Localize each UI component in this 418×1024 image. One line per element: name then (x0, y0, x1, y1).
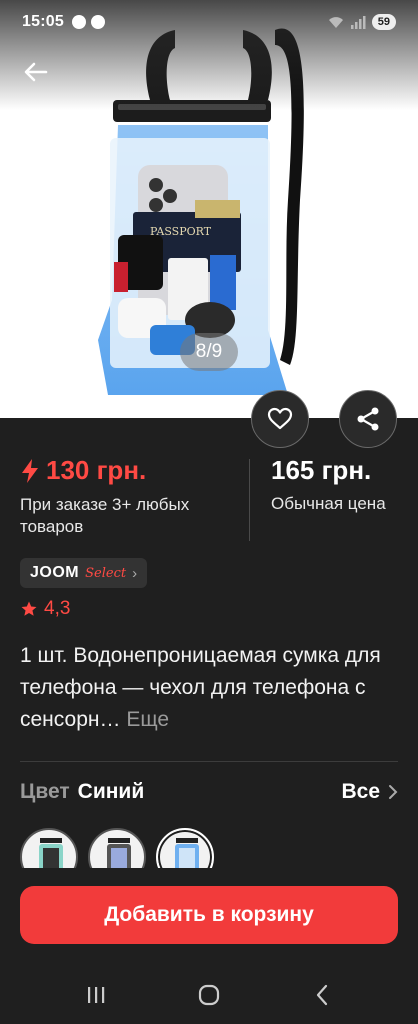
star-icon (21, 601, 37, 616)
telegram-icon (90, 15, 105, 29)
home-icon (198, 984, 220, 1006)
status-bar: 15:05 59 (0, 0, 418, 44)
all-colors-label: Все (341, 780, 380, 803)
badge-brand: JOOM (30, 564, 80, 581)
home-button[interactable] (189, 975, 229, 1015)
promo-price: 130 грн. (46, 455, 147, 485)
wifi-icon (328, 17, 343, 28)
back-button[interactable] (20, 56, 52, 88)
arrow-left-icon (24, 62, 48, 82)
color-value: Синий (77, 780, 145, 803)
chevron-right-icon: › (132, 564, 138, 582)
badge-tag: Select (85, 565, 127, 581)
color-swatch-2[interactable] (88, 828, 146, 868)
rating-value: 4,3 (44, 598, 71, 619)
share-button[interactable] (339, 390, 397, 448)
color-swatch-3-selected[interactable] (156, 828, 214, 868)
price-block: 130 грн. При заказе 3+ любых товаров 165… (20, 455, 400, 545)
status-time: 15:05 (22, 13, 64, 30)
promo-price-row: 130 грн. (20, 455, 245, 486)
product-title-text: 1 шт. Водонепроницаемая сумка для телефо… (20, 644, 381, 731)
add-to-cart-button[interactable]: Добавить в корзину (20, 886, 398, 944)
notification-icons (71, 15, 105, 29)
product-image-gallery[interactable]: PASSPORT 8/9 (0, 0, 418, 418)
regular-price-group: 165 грн. Обычная цена (271, 455, 386, 514)
regular-price-note: Обычная цена (271, 494, 386, 513)
recent-apps-icon (88, 987, 105, 1003)
color-swatches (20, 828, 214, 868)
pouch-thumbnail (107, 838, 131, 868)
color-selector-header[interactable]: Цвет Синий Все (20, 780, 398, 804)
regular-price: 165 грн. (271, 455, 372, 485)
back-nav-button[interactable] (302, 975, 342, 1015)
share-icon (357, 407, 379, 431)
product-title: 1 шт. Водонепроницаемая сумка для телефо… (20, 640, 400, 736)
rating[interactable]: 4,3 (20, 598, 70, 620)
more-link[interactable]: Еще (126, 708, 169, 731)
battery-indicator: 59 (371, 14, 396, 30)
signal-icon (350, 16, 366, 29)
recent-apps-button[interactable] (76, 975, 116, 1015)
lightning-icon (22, 458, 38, 483)
color-label: Цвет (20, 780, 70, 803)
notification-icon (71, 15, 86, 29)
all-colors-link[interactable]: Все (341, 780, 398, 804)
promo-price-group: 130 грн. При заказе 3+ любых товаров (20, 455, 245, 538)
system-indicators: 59 (328, 14, 396, 30)
image-counter: 8/9 (180, 333, 238, 371)
system-nav-bar (0, 966, 418, 1024)
promo-price-note: При заказе 3+ любых товаров (20, 495, 190, 536)
pouch-thumbnail (39, 838, 63, 868)
joom-select-badge[interactable]: JOOM Select › (20, 558, 148, 588)
pouch-thumbnail (175, 838, 199, 868)
favorite-button[interactable] (251, 390, 309, 448)
back-icon (316, 984, 327, 1006)
chevron-right-icon (389, 785, 398, 799)
heart-icon (267, 407, 293, 430)
price-divider (249, 459, 250, 541)
color-swatch-1[interactable] (20, 828, 78, 868)
section-divider (20, 761, 398, 762)
